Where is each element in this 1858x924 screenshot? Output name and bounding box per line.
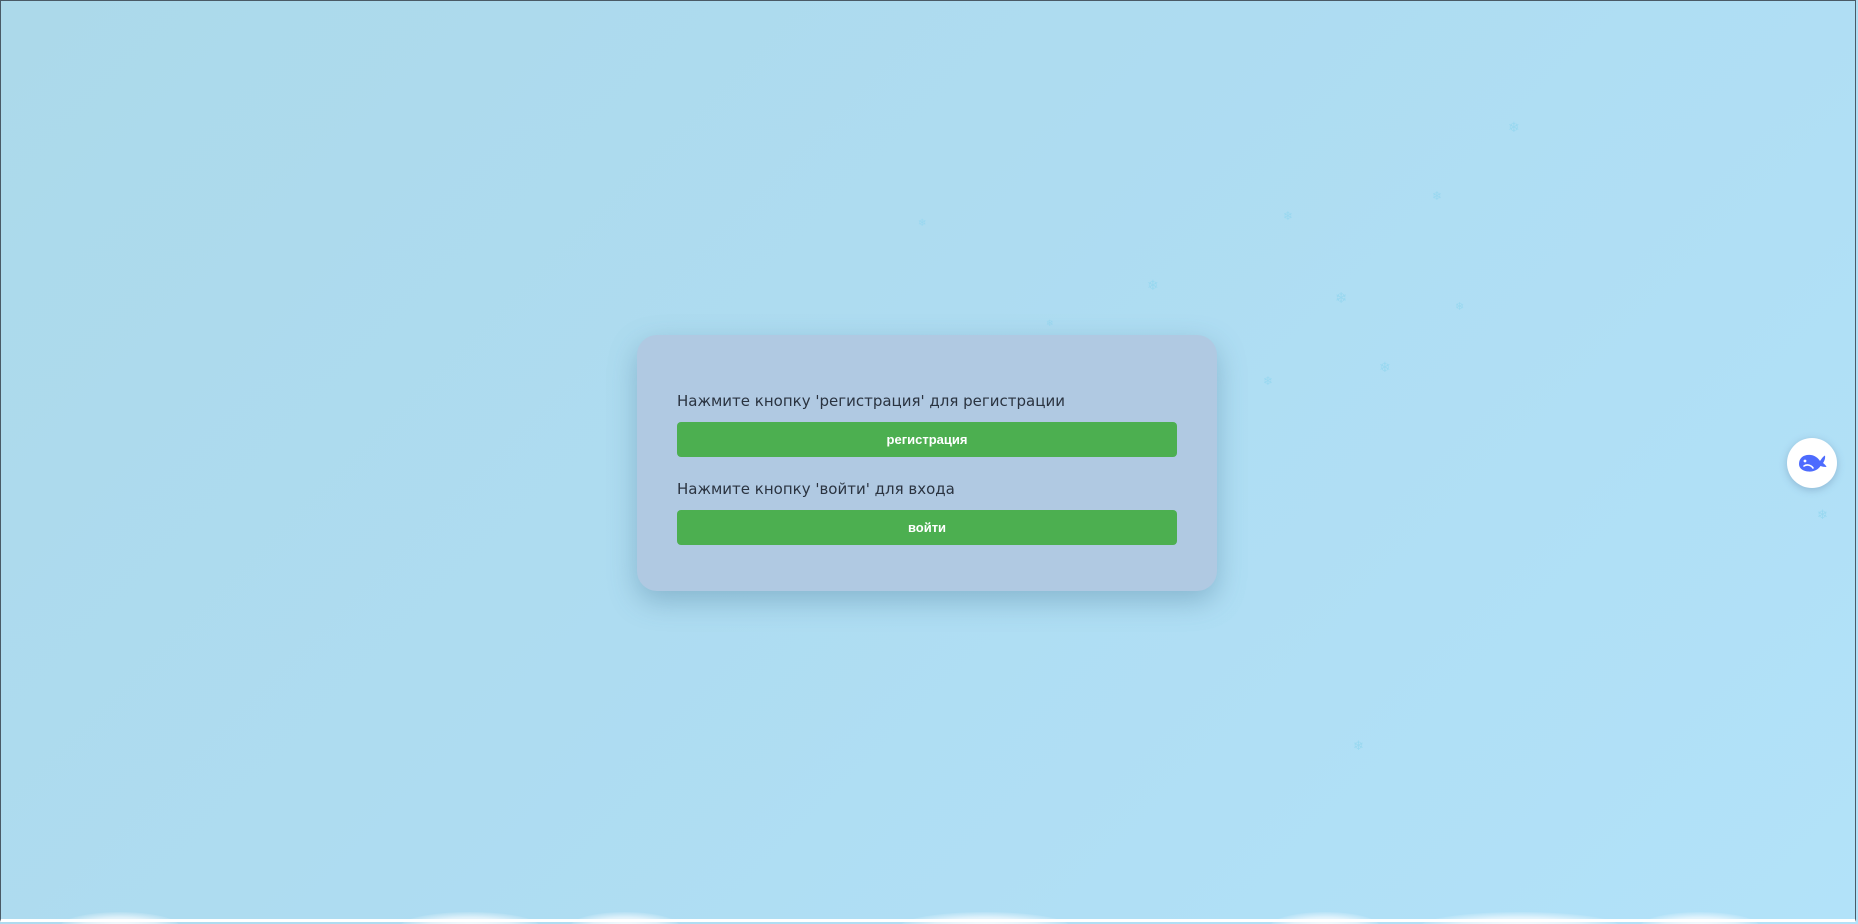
auth-card: Нажмите кнопку 'регистрация' для регистр… <box>637 335 1217 591</box>
snowflake-icon: ❄ <box>1817 508 1828 523</box>
snowflake-icon: ❄ <box>1455 300 1465 313</box>
snowflake-icon: ❄ <box>1263 374 1274 388</box>
assistant-button[interactable] <box>1787 438 1837 488</box>
register-button[interactable]: регистрация <box>677 422 1177 457</box>
register-prompt: Нажмите кнопку 'регистрация' для регистр… <box>677 392 1065 410</box>
snowflake-icon: ❄ <box>1046 319 1054 329</box>
login-prompt: Нажмите кнопку 'войти' для входа <box>677 480 955 498</box>
snow-ground <box>0 910 1858 924</box>
snowflake-icon: ❄ <box>918 218 927 229</box>
snowflake-icon: ❄ <box>1379 360 1391 376</box>
snowflake-icon: ❄ <box>1283 209 1294 223</box>
snowflake-icon: ❄ <box>1335 289 1348 307</box>
snowflake-icon: ❄ <box>1508 120 1520 136</box>
whale-icon <box>1799 454 1827 472</box>
snowflake-icon: ❄ <box>1353 739 1364 754</box>
login-button[interactable]: войти <box>677 510 1177 545</box>
snowflake-icon: ❄ <box>1147 278 1159 294</box>
snowflake-icon: ❄ <box>1432 189 1443 203</box>
